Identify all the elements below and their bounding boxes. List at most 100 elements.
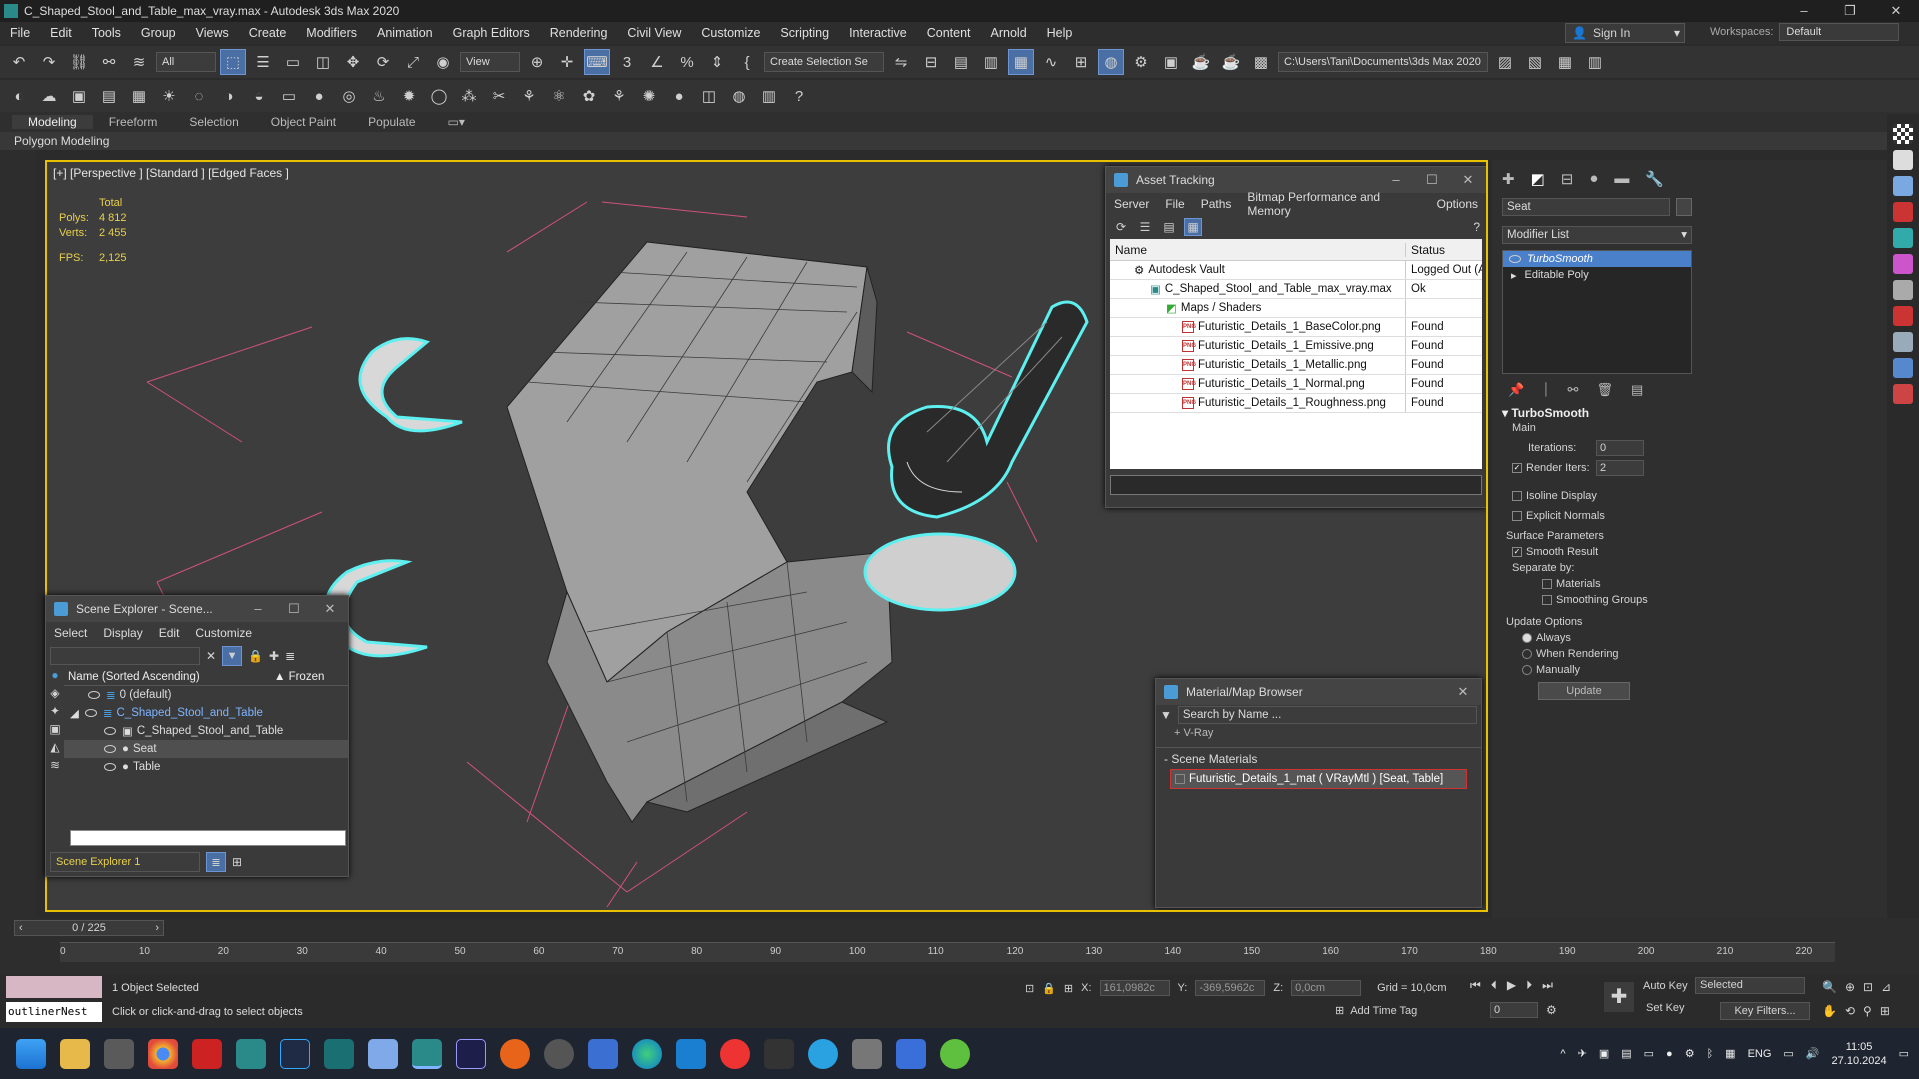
vray-scatter-icon[interactable]: ⚘ bbox=[606, 83, 632, 109]
file-explorer-icon[interactable] bbox=[60, 1038, 90, 1069]
key-filters-button[interactable]: Key Filters... bbox=[1720, 1002, 1810, 1020]
snap-icon[interactable]: 3 bbox=[614, 49, 640, 75]
asset-row[interactable]: PNG Futuristic_Details_1_Metallic.png Foun… bbox=[1110, 356, 1482, 375]
vray-settings-icon[interactable]: ▤ bbox=[96, 83, 122, 109]
expand-icon[interactable]: ◢ bbox=[70, 706, 79, 720]
placement-icon[interactable]: ◉ bbox=[430, 49, 456, 75]
vray-scene-icon[interactable] bbox=[1893, 332, 1913, 352]
asset-row[interactable]: PNG Futuristic_Details_1_Roughness.png Fou… bbox=[1110, 394, 1482, 413]
next-frame-icon[interactable]: ⏵ bbox=[1526, 978, 1532, 993]
selection-filter-dropdown[interactable]: All bbox=[156, 52, 216, 72]
sort-by-hierarchy-icon[interactable]: ⊞ bbox=[232, 855, 242, 869]
vray-dome-icon[interactable]: ◎ bbox=[336, 83, 362, 109]
align-icon[interactable]: ⊟ bbox=[918, 49, 944, 75]
sign-in-button[interactable]: 👤 Sign In ▾ bbox=[1565, 23, 1685, 43]
list-view-icon[interactable]: ☰ bbox=[1136, 218, 1154, 236]
play-icon[interactable]: ▶ bbox=[1507, 978, 1516, 993]
col-frozen[interactable]: ▲ Frozen bbox=[274, 671, 324, 683]
vray-cloud-icon[interactable]: ☁ bbox=[36, 83, 62, 109]
monitor-icon[interactable]: ▭ bbox=[1783, 1047, 1793, 1060]
menu-animation[interactable]: Animation bbox=[367, 26, 443, 40]
script-input[interactable]: outlinerNest bbox=[6, 1002, 102, 1022]
time-config-icon[interactable]: ⚙ bbox=[1546, 1003, 1557, 1017]
menu-help[interactable]: Help bbox=[1037, 26, 1083, 40]
maximize-icon[interactable]: ☐ bbox=[1414, 172, 1450, 188]
vray-ambient-icon[interactable]: ◯ bbox=[426, 83, 452, 109]
create-tab-icon[interactable]: ✚ bbox=[1502, 170, 1515, 188]
tray-expand-icon[interactable]: ^ bbox=[1560, 1048, 1565, 1060]
angle-snap-icon[interactable]: ∠ bbox=[644, 49, 670, 75]
walkthrough-icon[interactable]: ⚲ bbox=[1863, 1004, 1872, 1018]
curve-editor-icon[interactable]: ∿ bbox=[1038, 49, 1064, 75]
render-icon[interactable]: ☕ bbox=[1188, 49, 1214, 75]
scene-row[interactable]: ▣ C_Shaped_Stool_and_Table bbox=[64, 722, 348, 740]
modify-tab-icon[interactable]: ◩ bbox=[1531, 170, 1545, 188]
render-setup-icon[interactable]: ⚙ bbox=[1128, 49, 1154, 75]
utorrent-icon[interactable] bbox=[940, 1038, 970, 1069]
remove-modifier-icon[interactable]: 🗑 bbox=[1596, 382, 1613, 398]
menu-server[interactable]: Server bbox=[1106, 197, 1157, 211]
spinner-snap-icon[interactable]: ⇕ bbox=[704, 49, 730, 75]
material-search-input[interactable]: Search by Name ... bbox=[1177, 706, 1477, 724]
display-tab-icon[interactable]: ▬ bbox=[1614, 170, 1629, 188]
chevron-down-icon[interactable]: ▼ bbox=[1160, 708, 1172, 722]
vray-material-icon[interactable]: ◌ bbox=[186, 83, 212, 109]
configure-sets-icon[interactable]: ▤ bbox=[1631, 382, 1643, 398]
col-name[interactable]: Name bbox=[1110, 243, 1405, 257]
vray-volume-icon[interactable]: ✺ bbox=[636, 83, 662, 109]
checker-icon[interactable] bbox=[1893, 124, 1913, 144]
vray-object-icon[interactable] bbox=[1893, 254, 1913, 274]
link-icon[interactable]: ⛓ bbox=[66, 49, 92, 75]
vray-sun-icon[interactable]: ✹ bbox=[396, 83, 422, 109]
explicit-normals-checkbox[interactable] bbox=[1512, 511, 1522, 522]
asset-row[interactable]: ▣ C_Shaped_Stool_and_Table_max_vray.max Ok bbox=[1110, 280, 1482, 299]
vray-proxy-icon[interactable]: ◒ bbox=[246, 83, 272, 109]
visibility-icon[interactable] bbox=[104, 727, 116, 735]
unlink-icon[interactable]: ⚯ bbox=[96, 49, 122, 75]
scene-row[interactable]: ● Table bbox=[64, 758, 348, 776]
selection-set-dropdown[interactable]: Create Selection Se bbox=[764, 52, 884, 72]
ribbon-options-icon[interactable]: ▭▾ bbox=[432, 115, 481, 129]
vray-mesh-clipper-icon[interactable]: ✂ bbox=[486, 83, 512, 109]
scene-explorer-icon[interactable]: ▦ bbox=[1008, 49, 1034, 75]
vray-ies-icon[interactable]: ♨ bbox=[366, 83, 392, 109]
vray-sphere-icon[interactable]: ● bbox=[306, 83, 332, 109]
after-effects-icon[interactable] bbox=[456, 1038, 486, 1069]
ribbon-subpanel[interactable]: Polygon Modeling bbox=[0, 132, 1919, 150]
scene-explorer-dropdown[interactable]: Scene Explorer 1 bbox=[50, 852, 200, 872]
app-g-icon[interactable] bbox=[500, 1038, 530, 1069]
menu-interactive[interactable]: Interactive bbox=[839, 26, 917, 40]
pin-stack-icon[interactable]: 📌 bbox=[1508, 382, 1524, 398]
menu-civil-view[interactable]: Civil View bbox=[617, 26, 691, 40]
vray-material-icon[interactable] bbox=[1893, 176, 1913, 196]
layer-explorer-icon[interactable]: ▤ bbox=[948, 49, 974, 75]
manually-row[interactable]: Manually bbox=[1522, 664, 1674, 676]
x-coordinate[interactable]: 161,0982c bbox=[1099, 980, 1170, 996]
maximize-viewport-icon[interactable]: ⊞ bbox=[1880, 1004, 1890, 1018]
zoom-extents-icon[interactable]: ⊡ bbox=[1863, 980, 1873, 994]
aida64-icon[interactable] bbox=[192, 1038, 222, 1069]
project-path-dropdown[interactable]: C:\Users\Tani\Documents\3ds Max 2020 bbox=[1278, 52, 1488, 72]
help-icon[interactable]: ? bbox=[1473, 220, 1480, 234]
set-key-button[interactable]: Set Key bbox=[1646, 1002, 1685, 1014]
when-rendering-row[interactable]: When Rendering bbox=[1522, 648, 1674, 660]
scene-search-input[interactable] bbox=[50, 647, 200, 665]
asset-row[interactable]: PNG Futuristic_Details_1_BaseColor.png Fou… bbox=[1110, 318, 1482, 337]
menu-tools[interactable]: Tools bbox=[82, 26, 131, 40]
pivot-icon[interactable]: ⊕ bbox=[524, 49, 550, 75]
hierarchy-tab-icon[interactable]: ⊟ bbox=[1561, 170, 1574, 188]
always-radio[interactable] bbox=[1522, 633, 1532, 644]
window-crossing-icon[interactable]: ◫ bbox=[310, 49, 336, 75]
menu-views[interactable]: Views bbox=[186, 26, 239, 40]
schematic-view-icon[interactable]: ⊞ bbox=[1068, 49, 1094, 75]
tray-updates-icon[interactable]: ▦ bbox=[1725, 1047, 1735, 1060]
menu-bitmap-performance[interactable]: Bitmap Performance and Memory bbox=[1239, 190, 1428, 218]
workspace-dropdown[interactable]: Default bbox=[1779, 23, 1900, 41]
update-button[interactable]: Update bbox=[1538, 682, 1630, 700]
filter-icon[interactable]: ▼ bbox=[222, 646, 243, 666]
smooth-result-checkbox[interactable]: ✓ bbox=[1512, 547, 1522, 558]
asset-row[interactable]: PNG Futuristic_Details_1_Normal.png Found bbox=[1110, 375, 1482, 394]
close-icon[interactable]: ✕ bbox=[1450, 172, 1486, 188]
vray-icon[interactable]: ◐ bbox=[6, 83, 32, 109]
menu-scripting[interactable]: Scripting bbox=[770, 26, 839, 40]
